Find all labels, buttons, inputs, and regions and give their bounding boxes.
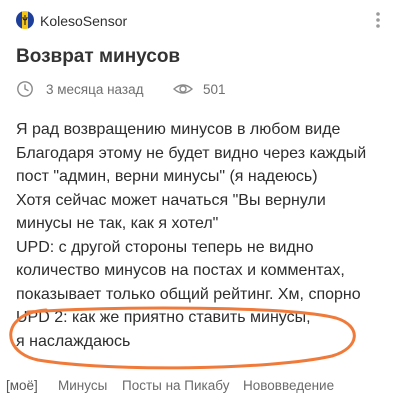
tag-item[interactable]: Минусы: [58, 378, 107, 393]
views-count: 501: [203, 82, 226, 97]
clock-icon: [16, 80, 34, 98]
tag-item[interactable]: Нововведение: [243, 378, 334, 393]
author-name[interactable]: KolesoSensor: [40, 13, 127, 29]
tag-list: [моё] Минусы Посты на Пикабу Нововведени…: [0, 378, 400, 398]
eye-icon: [172, 80, 194, 98]
post-body-line: UPD: с другой стороны теперь не видно: [16, 238, 314, 256]
post-time: 3 месяца назад: [46, 82, 144, 97]
post-body-line-highlighted: я наслаждаюсь: [16, 332, 131, 350]
tag-item[interactable]: Посты на Пикабу: [122, 378, 229, 393]
post-body-line: Я рад возвращению минусов в любом виде: [16, 121, 341, 138]
post-meta: 3 месяца назад 501: [16, 80, 276, 100]
post-header: KolesoSensor: [16, 10, 390, 36]
post-body: Я рад возвращению минусов в любом виде Б…: [16, 118, 396, 353]
post-body-line: минусы не так, как я хотел": [16, 215, 219, 232]
post-body-line: пост "админ, верни минусы" (я надеюсь): [16, 168, 318, 185]
post-body-line: показывает только общий рейтинг. Хм, спо…: [16, 285, 361, 303]
post-body-line-highlighted: UPD 2: как же приятно ставить минусы,: [16, 309, 311, 326]
tag-item[interactable]: [моё]: [6, 378, 38, 393]
more-vertical-icon[interactable]: [368, 10, 388, 30]
barbados-flag-icon[interactable]: [16, 11, 34, 29]
post-body-line: Хотя сейчас может начаться "Вы вернули: [16, 191, 326, 209]
post-body-line: количество минусов на постах и комментах…: [16, 262, 345, 279]
post-title[interactable]: Возврат минусов: [16, 46, 180, 68]
post-body-line: Благодаря этому не будет видно через каж…: [16, 144, 367, 162]
